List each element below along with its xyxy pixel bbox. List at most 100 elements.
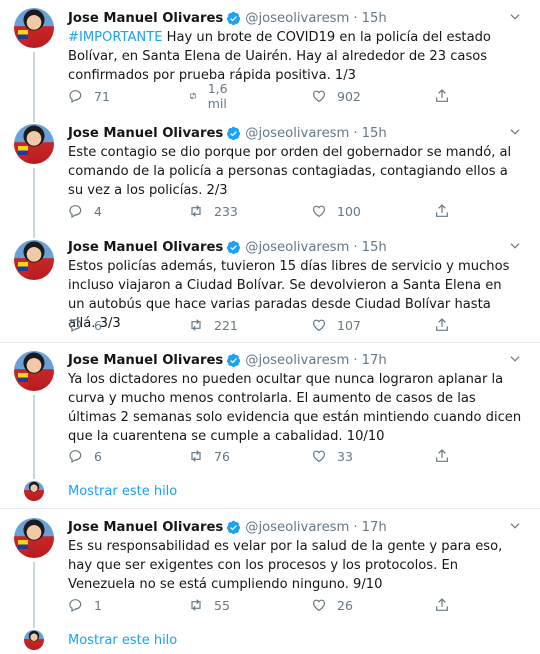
tweet-header: Jose Manuel Olivares @joseolivaresm · 15…: [68, 123, 522, 143]
like-count: 107: [337, 317, 361, 333]
retweet-icon: [191, 450, 201, 462]
author-handle[interactable]: @joseolivaresm: [245, 240, 349, 255]
retweet-button[interactable]: 55: [188, 596, 230, 614]
like-button[interactable]: 107: [311, 316, 361, 334]
hashtag-link[interactable]: #IMPORTANTE: [68, 30, 162, 45]
author-name[interactable]: Jose Manuel Olivares: [68, 126, 223, 141]
thread-avatar-small[interactable]: [24, 481, 44, 501]
retweet-count: 76: [214, 448, 230, 464]
reply-count: 6: [94, 448, 102, 464]
thread-connector: [33, 562, 35, 628]
chevron-down-icon[interactable]: [508, 519, 522, 533]
retweet-count: 1,6 mil: [207, 81, 228, 111]
avatar[interactable]: [14, 351, 54, 391]
retweet-button[interactable]: 221: [188, 316, 238, 334]
thread-avatar-small[interactable]: [24, 630, 44, 650]
author-name[interactable]: Jose Manuel Olivares: [68, 520, 223, 535]
share-button[interactable]: [434, 202, 460, 220]
chevron-down-icon[interactable]: [508, 10, 522, 24]
like-button[interactable]: 26: [311, 596, 353, 614]
retweet-button[interactable]: 1,6 mil: [188, 81, 234, 111]
author-name[interactable]: Jose Manuel Olivares: [68, 11, 223, 26]
share-icon: [436, 449, 448, 462]
like-icon: [313, 205, 325, 218]
tweet-1[interactable]: Jose Manuel Olivares @joseolivaresm · 15…: [0, 0, 540, 111]
author-name[interactable]: Jose Manuel Olivares: [68, 353, 223, 368]
tweet-5[interactable]: Jose Manuel Olivares @joseolivaresm · 17…: [0, 509, 540, 654]
tweet-timestamp[interactable]: 17h: [362, 520, 387, 535]
tweet-2[interactable]: Jose Manuel Olivares @joseolivaresm · 15…: [0, 110, 540, 228]
share-button[interactable]: [434, 447, 460, 465]
tweet-timestamp[interactable]: 15h: [362, 11, 387, 26]
like-icon: [313, 450, 325, 463]
verified-badge-icon: [227, 126, 241, 140]
like-icon: [313, 319, 325, 332]
verified-badge-icon: [227, 520, 241, 534]
like-icon: [313, 599, 325, 612]
share-icon: [436, 204, 448, 217]
author-handle[interactable]: @joseolivaresm: [245, 11, 349, 26]
tweet-header: Jose Manuel Olivares @joseolivaresm · 15…: [68, 8, 522, 28]
tweet-timestamp[interactable]: 17h: [362, 353, 387, 368]
retweet-icon: [191, 205, 201, 217]
tweet-text: Es su responsabilidad es velar por la sa…: [68, 539, 503, 592]
avatar[interactable]: [14, 240, 54, 280]
tweet-text: Este contagio se dio porque por orden de…: [68, 145, 512, 198]
show-thread-link[interactable]: Mostrar este hilo: [68, 484, 177, 499]
like-icon: [313, 90, 325, 103]
reply-count: 1: [94, 597, 102, 613]
author-handle[interactable]: @joseolivaresm: [245, 353, 349, 368]
like-count: 33: [337, 448, 353, 464]
chevron-down-icon[interactable]: [508, 239, 522, 253]
retweet-button[interactable]: 76: [188, 447, 230, 465]
like-button[interactable]: 902: [311, 87, 361, 105]
avatar[interactable]: [14, 518, 54, 558]
author-handle[interactable]: @joseolivaresm: [245, 126, 349, 141]
tweet-text: #IMPORTANTE Hay un brote de COVID19 en l…: [68, 30, 491, 83]
avatar[interactable]: [14, 124, 54, 164]
share-button[interactable]: [434, 596, 460, 614]
tweet-timestamp[interactable]: 15h: [362, 126, 387, 141]
retweet-icon: [190, 92, 196, 100]
tweet-timestamp[interactable]: 15h: [362, 240, 387, 255]
like-count: 902: [337, 88, 361, 104]
like-button[interactable]: 33: [311, 447, 353, 465]
author-handle[interactable]: @joseolivaresm: [245, 520, 349, 535]
chevron-down-icon[interactable]: [508, 125, 522, 139]
like-count: 100: [337, 203, 361, 219]
retweet-count: 55: [214, 597, 230, 613]
reply-count: 6: [94, 317, 102, 333]
reply-icon: [69, 90, 82, 104]
reply-icon: [69, 205, 82, 219]
chevron-down-icon[interactable]: [508, 352, 522, 366]
tweet-text: Ya los dictadores no pueden ocultar que …: [68, 372, 522, 444]
author-name[interactable]: Jose Manuel Olivares: [68, 240, 223, 255]
reply-icon: [69, 450, 82, 464]
avatar[interactable]: [14, 8, 54, 48]
like-button[interactable]: 100: [311, 202, 361, 220]
thread-connector: [33, 110, 35, 122]
tweet-header: Jose Manuel Olivares @joseolivaresm · 15…: [68, 237, 522, 257]
thread-connector: [33, 52, 35, 110]
share-button[interactable]: [434, 316, 460, 334]
verified-badge-icon: [227, 240, 241, 254]
tweet-4[interactable]: Jose Manuel Olivares @joseolivaresm · 17…: [0, 343, 540, 508]
reply-button[interactable]: 4: [68, 202, 102, 220]
thread-connector: [33, 168, 35, 228]
reply-button[interactable]: 1: [68, 596, 102, 614]
reply-button[interactable]: 6: [68, 447, 102, 465]
tweet-3[interactable]: Jose Manuel Olivares @joseolivaresm · 15…: [0, 228, 540, 343]
verified-badge-icon: [227, 353, 241, 367]
separator-dot: ·: [353, 352, 358, 368]
reply-button[interactable]: 6: [68, 316, 102, 334]
like-count: 26: [337, 597, 353, 613]
reply-count: 71: [94, 88, 110, 104]
reply-button[interactable]: 71: [68, 87, 110, 105]
show-thread-link[interactable]: Mostrar este hilo: [68, 633, 177, 648]
retweet-count: 221: [214, 317, 238, 333]
share-icon: [436, 89, 448, 102]
retweet-button[interactable]: 233: [188, 202, 238, 220]
tweet-header: Jose Manuel Olivares @joseolivaresm · 17…: [68, 517, 522, 537]
share-button[interactable]: [434, 87, 460, 105]
reply-icon: [69, 319, 82, 333]
